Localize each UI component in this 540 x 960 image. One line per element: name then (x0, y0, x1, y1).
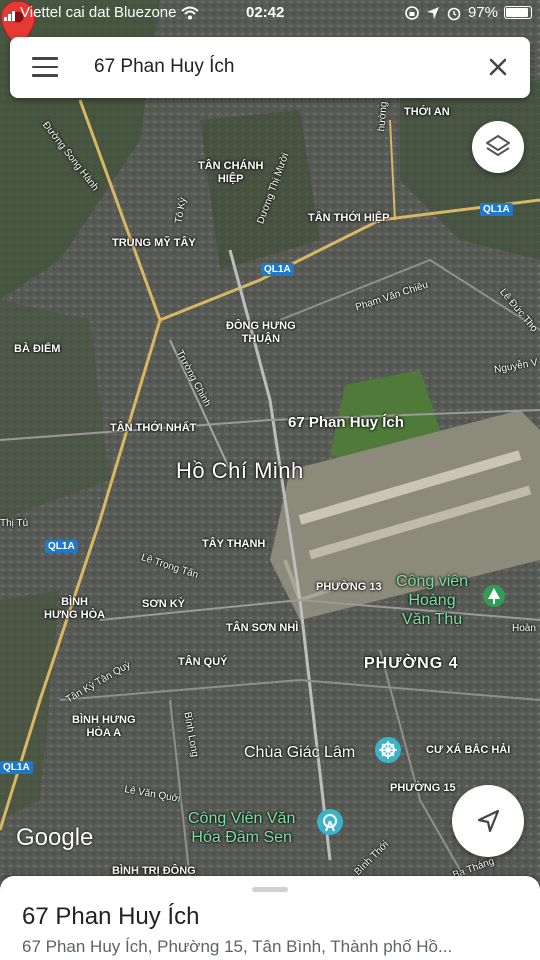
area-label: PHƯỜNG 15 (390, 782, 456, 794)
area-label: TÂN THỚI NHẤT (110, 422, 197, 434)
poi-label[interactable]: Công Viên Văn Hóa Đầm Sen (188, 809, 295, 847)
poi-label[interactable]: Công viên Hoàng Văn Thụ (396, 572, 468, 629)
close-icon[interactable] (484, 53, 512, 81)
search-query[interactable]: 67 Phan Huy Ích (94, 56, 234, 78)
area-label: ĐÔNG HƯNG THUẬN (226, 320, 296, 345)
layers-button[interactable] (472, 121, 524, 173)
rotation-lock-icon (405, 5, 419, 20)
my-location-button[interactable] (452, 785, 524, 857)
status-bar: Viettel cai dat Bluezone 02:42 97% (0, 0, 540, 28)
google-logo: Google (16, 824, 94, 851)
road-label: Thị Tú (0, 518, 29, 529)
place-title: 67 Phan Huy Ích (22, 903, 200, 930)
area-label: PHƯỜNG 13 (316, 581, 382, 593)
city-label: Hồ Chí Minh (176, 458, 304, 483)
area-label: TRUNG MỸ TÂY (112, 237, 196, 249)
place-sheet[interactable]: 67 Phan Huy Ích 67 Phan Huy Ích, Phường … (0, 876, 540, 960)
drag-handle[interactable] (252, 887, 288, 892)
alarm-icon (447, 7, 461, 20)
wifi-icon (180, 6, 199, 19)
highway-shield: QL1A (261, 263, 294, 276)
place-address: 67 Phan Huy Ích, Phường 15, Tân Bình, Th… (22, 937, 453, 956)
search-bar[interactable]: 67 Phan Huy Ích (10, 37, 530, 98)
area-label: TÂN SƠN NHÌ (226, 622, 299, 634)
area-label: BÌNH HƯNG HÒA (44, 596, 106, 621)
area-label: CƯ XÁ BẮC HẢI (426, 744, 511, 756)
signal-icon (4, 4, 16, 21)
area-label: TÂN QUÝ (178, 656, 228, 668)
clock: 02:42 (246, 4, 285, 21)
area-label: BÌNH HƯNG HÒA A (72, 714, 136, 739)
navigation-arrow-icon (477, 809, 500, 833)
road-label: Hoàn (512, 623, 536, 634)
carrier-name: Viettel cai dat Bluezone (20, 4, 177, 21)
highway-shield: QL1A (45, 540, 78, 553)
area-label: TÂN THỚI HIỆP (308, 212, 390, 224)
battery-percent: 97% (467, 4, 498, 21)
park-icon[interactable] (482, 584, 506, 614)
district-label: PHƯỜNG 4 (364, 655, 459, 672)
area-label: SƠN KỲ (142, 598, 186, 610)
highway-shield: QL1A (0, 761, 33, 774)
area-label: THỚI AN (404, 106, 450, 118)
area-label: BÀ ĐIỂM (14, 343, 61, 355)
temple-icon[interactable] (374, 736, 402, 770)
amusement-park-icon[interactable] (316, 808, 344, 842)
menu-icon[interactable] (32, 57, 58, 77)
pin-label[interactable]: 67 Phan Huy Ích (288, 414, 404, 431)
area-label: TÂN CHÁNH HIỆP (198, 160, 264, 185)
poi-label[interactable]: Chùa Giác Lâm (244, 744, 355, 762)
area-label: TÂY THẠNH (202, 538, 266, 550)
highway-shield: QL1A (480, 203, 513, 216)
layers-icon (486, 135, 510, 156)
road-label: hường (376, 101, 390, 132)
location-services-icon (426, 6, 439, 19)
battery-icon (504, 6, 532, 19)
